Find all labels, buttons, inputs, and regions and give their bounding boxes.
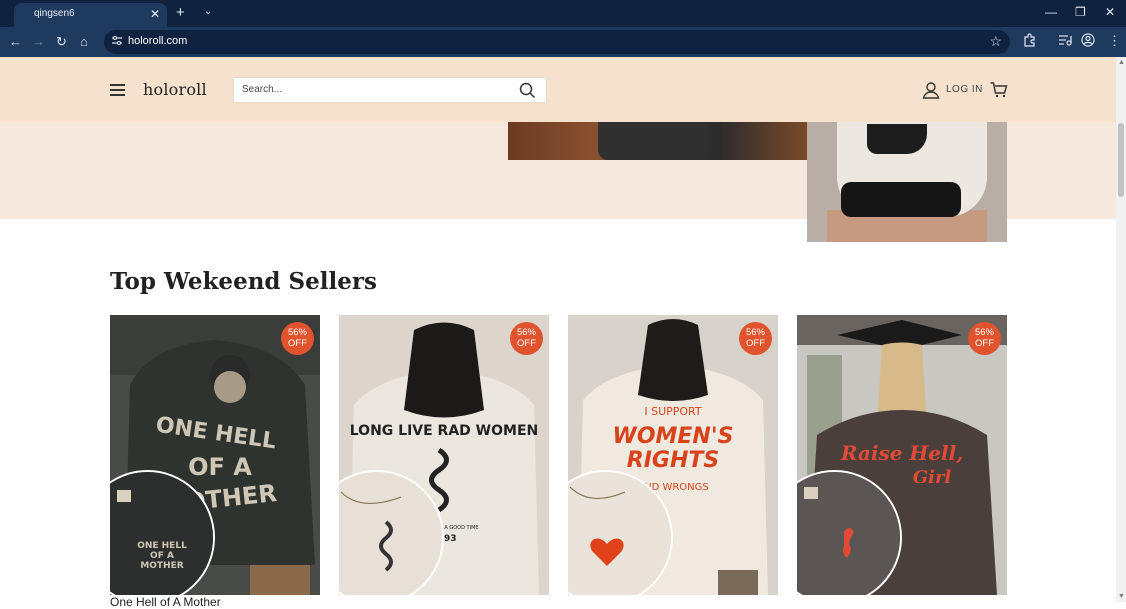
search-input[interactable] [242, 84, 502, 95]
cart-icon[interactable] [990, 82, 1008, 98]
scroll-thumb[interactable] [1118, 123, 1124, 197]
browser-tab-bar: qingsen6 ✕ + ⌄ — ❐ ✕ [0, 0, 1126, 27]
menu-icon[interactable] [110, 84, 125, 96]
login-link[interactable]: LOG IN [946, 84, 983, 95]
site-header: holoroll LOG IN [0, 57, 1116, 122]
hero-image-jeans[interactable] [508, 122, 807, 160]
search-bar [233, 77, 547, 103]
svg-text:LONG LIVE RAD WOMEN: LONG LIVE RAD WOMEN [350, 423, 538, 439]
tab-search-icon[interactable]: ⌄ [204, 6, 212, 17]
user-icon[interactable] [922, 81, 940, 99]
page-scrollbar[interactable]: ▲ ▼ [1116, 57, 1126, 602]
close-window-button[interactable]: ✕ [1105, 5, 1115, 19]
browser-toolbar: ← → ↻ ⌂ holoroll.com ☆ ⋮ [0, 27, 1126, 57]
svg-text:I SUPPORT: I SUPPORT [644, 405, 702, 418]
discount-badge: 56% OFF [968, 322, 1001, 355]
scroll-up-icon[interactable]: ▲ [1118, 59, 1125, 66]
restore-button[interactable]: ❐ [1075, 5, 1086, 19]
search-icon[interactable] [519, 82, 536, 99]
svg-text:Raise Hell,: Raise Hell, [840, 441, 963, 465]
hero-image-shirt[interactable] [807, 122, 1007, 242]
scroll-down-icon[interactable]: ▼ [1118, 593, 1125, 600]
browser-tab[interactable]: qingsen6 ✕ [14, 3, 167, 27]
svg-text:OF A: OF A [188, 453, 252, 481]
product-card[interactable]: ONE HELL OF A MOTHER ONE HELL OF A MOTHE… [110, 315, 320, 595]
discount-badge: 56% OFF [510, 322, 543, 355]
home-button[interactable]: ⌂ [80, 34, 88, 49]
minimize-button[interactable]: — [1045, 5, 1057, 19]
product-card[interactable]: Raise Hell, Girl 56% OFF [797, 315, 1007, 595]
back-button[interactable]: ← [9, 34, 22, 49]
forward-button[interactable]: → [32, 34, 45, 49]
new-tab-button[interactable]: + [176, 5, 185, 21]
site-logo[interactable]: holoroll [143, 80, 207, 99]
svg-text:ONE HELL: ONE HELL [137, 541, 187, 551]
svg-text:RIGHTS: RIGHTS [627, 448, 719, 473]
profile-icon[interactable] [1081, 33, 1095, 47]
svg-text:Girl: Girl [913, 467, 952, 488]
svg-text:WOMEN'S: WOMEN'S [613, 424, 734, 449]
product-name[interactable]: One Hell of A Mother [110, 595, 221, 609]
media-controls-icon[interactable] [1058, 33, 1072, 47]
svg-text:OF A: OF A [150, 551, 174, 561]
product-card[interactable]: LONG LIVE RAD WOMEN ONE HELL OF A GOOD T… [339, 315, 549, 595]
tab-title: qingsen6 [34, 8, 75, 19]
discount-badge: 56% OFF [281, 322, 314, 355]
bookmark-star-icon[interactable]: ☆ [989, 33, 1002, 50]
site-info-icon[interactable] [111, 35, 123, 47]
section-title: Top Wekeend Sellers [110, 268, 377, 295]
tab-close-icon[interactable]: ✕ [150, 7, 160, 21]
product-card[interactable]: I SUPPORT WOMEN'S RIGHTS AND WRONGS 56% O… [568, 315, 778, 595]
url-text[interactable]: holoroll.com [128, 35, 187, 47]
address-bar[interactable]: holoroll.com ☆ [104, 30, 1010, 54]
discount-badge: 56% OFF [739, 322, 772, 355]
svg-text:MOTHER: MOTHER [140, 561, 183, 571]
browser-menu-icon[interactable]: ⋮ [1108, 33, 1121, 48]
reload-button[interactable]: ↻ [56, 34, 67, 49]
extensions-icon[interactable] [1022, 33, 1036, 47]
